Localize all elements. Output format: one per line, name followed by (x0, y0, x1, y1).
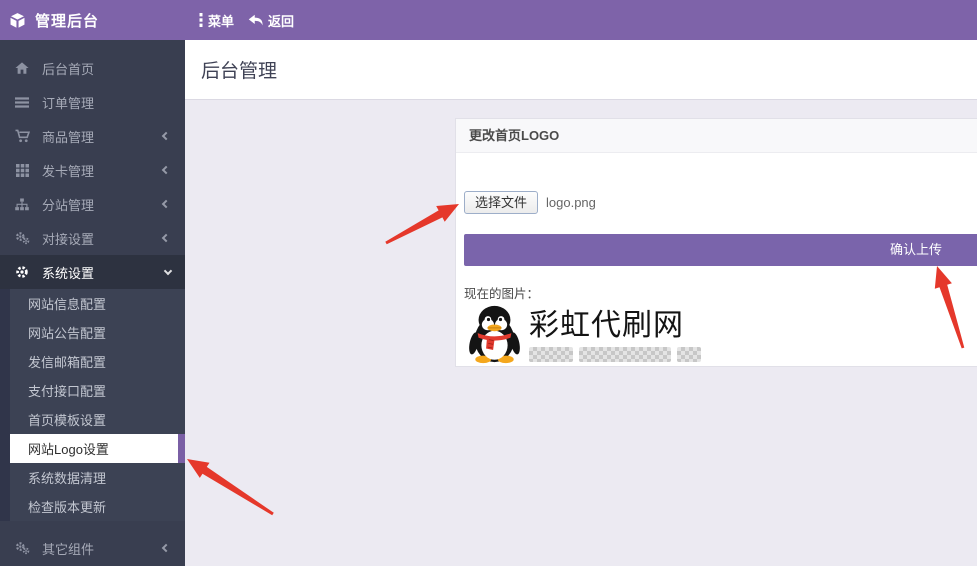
card-header: 更改首页LOGO (456, 119, 977, 153)
sidebar-item-cards[interactable]: 发卡管理 (0, 153, 185, 187)
chevron-left-icon (162, 544, 170, 552)
submenu-item-site-info[interactable]: 网站信息配置 (10, 289, 185, 318)
blurred-text-block (529, 347, 573, 362)
sidebar-item-label: 发卡管理 (42, 161, 163, 180)
back-label: 返回 (268, 11, 294, 30)
menu-toggle-link[interactable]: 菜单 (199, 11, 234, 30)
sidebar-item-label: 对接设置 (42, 229, 163, 248)
cart-icon (14, 129, 30, 143)
list-icon (14, 96, 30, 109)
sidebar-item-api-settings[interactable]: 对接设置 (0, 221, 185, 255)
content-header: 后台管理 (185, 40, 977, 100)
submenu-item-version-check[interactable]: 检查版本更新 (10, 492, 185, 521)
grid-icon (14, 164, 30, 177)
submenu-item-logo-settings[interactable]: 网站Logo设置 (10, 434, 185, 463)
system-settings-submenu: 网站信息配置 网站公告配置 发信邮箱配置 支付接口配置 首页模板设置 网站Log… (0, 289, 185, 521)
logo-upload-card: 更改首页LOGO 选择文件 logo.png 确认上传 现在的图片： (455, 118, 977, 367)
submenu-item-label: 系统数据清理 (28, 468, 106, 487)
sidebar-item-label: 后台首页 (42, 59, 171, 78)
logo-site-name: 彩虹代刷网 (529, 311, 707, 341)
confirm-upload-button[interactable]: 确认上传 (464, 234, 977, 266)
choose-file-button[interactable]: 选择文件 (464, 191, 538, 214)
topbar: 管理后台 菜单 返回 (0, 0, 977, 40)
sidebar-item-label: 商品管理 (42, 127, 163, 146)
back-link[interactable]: 返回 (248, 11, 294, 30)
sidebar-item-other-components[interactable]: 其它组件 (0, 531, 185, 565)
qq-penguin-logo-image (466, 304, 523, 364)
back-arrow-icon (248, 13, 263, 27)
sidebar-item-orders[interactable]: 订单管理 (0, 85, 185, 119)
chevron-down-icon (164, 266, 172, 274)
brand-title: 管理后台 (35, 10, 99, 31)
sidebar-item-label: 系统设置 (42, 263, 165, 282)
home-icon (14, 61, 30, 75)
submenu-item-label: 网站Logo设置 (28, 439, 109, 458)
cogs-icon (14, 231, 30, 245)
current-image-label: 现在的图片： (464, 283, 977, 302)
gear-icon (14, 265, 30, 279)
submenu-item-label: 网站公告配置 (28, 323, 106, 342)
submenu-item-label: 网站信息配置 (28, 294, 106, 313)
blurred-text-block (677, 347, 701, 362)
cube-logo-icon (8, 11, 27, 30)
chevron-left-icon (162, 200, 170, 208)
submenu-item-template-settings[interactable]: 首页模板设置 (10, 405, 185, 434)
blurred-text-row (529, 347, 707, 362)
sidebar-item-label: 其它组件 (42, 539, 163, 558)
sidebar-item-products[interactable]: 商品管理 (0, 119, 185, 153)
blurred-text-block (579, 347, 671, 362)
submenu-item-label: 发信邮箱配置 (28, 352, 106, 371)
submenu-item-site-notice[interactable]: 网站公告配置 (10, 318, 185, 347)
submenu-item-mail-config[interactable]: 发信邮箱配置 (10, 347, 185, 376)
cogs-icon (14, 541, 30, 555)
content-area: 后台管理 更改首页LOGO 选择文件 logo.png 确认上传 现在的图片： (185, 40, 977, 566)
chevron-left-icon (162, 132, 170, 140)
submenu-item-data-cleanup[interactable]: 系统数据清理 (10, 463, 185, 492)
submenu-item-payment-config[interactable]: 支付接口配置 (10, 376, 185, 405)
chevron-left-icon (162, 234, 170, 242)
file-input-row: 选择文件 logo.png (464, 191, 977, 214)
topbar-nav: 菜单 返回 (185, 11, 294, 30)
chevron-left-icon (162, 166, 170, 174)
sidebar: 后台首页 订单管理 商品管理 发卡管理 分站管理 (0, 40, 185, 566)
current-logo-preview: 彩虹代刷网 (464, 304, 977, 365)
menu-toggle-label: 菜单 (208, 11, 234, 30)
sidebar-item-substations[interactable]: 分站管理 (0, 187, 185, 221)
selected-file-name: logo.png (546, 195, 596, 210)
brand[interactable]: 管理后台 (0, 0, 185, 40)
page-title: 后台管理 (201, 56, 277, 83)
submenu-item-label: 支付接口配置 (28, 381, 106, 400)
logo-text-block: 彩虹代刷网 (529, 304, 707, 362)
sidebar-item-system-settings[interactable]: 系统设置 (0, 255, 185, 289)
sidebar-item-label: 分站管理 (42, 195, 163, 214)
admin-app: 管理后台 菜单 返回 (0, 0, 977, 566)
submenu-item-label: 检查版本更新 (28, 497, 106, 516)
sitemap-icon (14, 198, 30, 211)
submenu-item-label: 首页模板设置 (28, 410, 106, 429)
card-body: 选择文件 logo.png 确认上传 现在的图片： (456, 191, 977, 366)
sidebar-item-home[interactable]: 后台首页 (0, 51, 185, 85)
vertical-dots-icon (199, 13, 203, 27)
sidebar-item-label: 订单管理 (42, 93, 171, 112)
